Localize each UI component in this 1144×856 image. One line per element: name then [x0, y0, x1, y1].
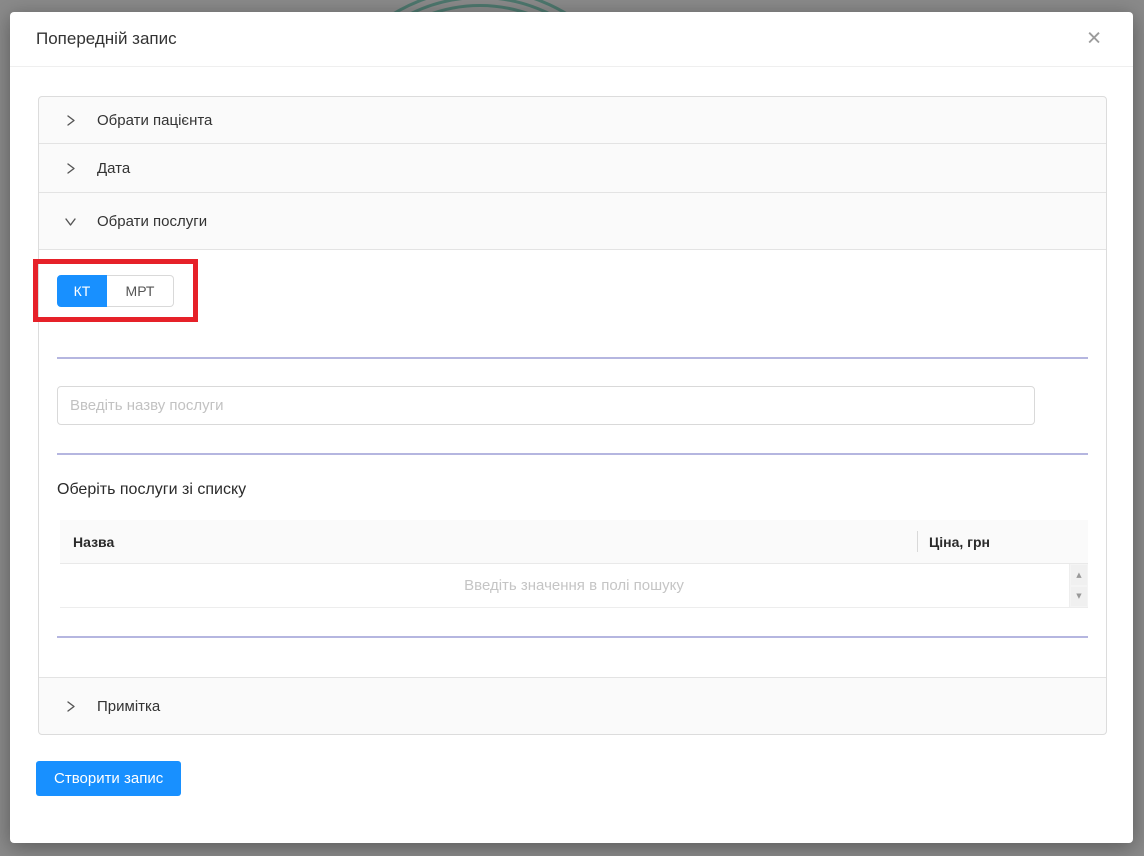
accordion-section-patient: Обрати пацієнта	[39, 97, 1106, 143]
appointment-modal: Попередній запис ✕ Обрати пацієнта Дата …	[10, 12, 1133, 843]
accordion-section-date: Дата	[39, 143, 1106, 192]
service-list-label: Оберіть послуги зі списку	[57, 481, 246, 499]
chevron-right-icon	[64, 162, 77, 175]
modal-title: Попередній запис	[36, 29, 177, 49]
table-header-row: Назва Ціна, грн	[60, 520, 1088, 564]
table-empty-row: Введіть значення в полі пошуку ▲ ▼	[60, 564, 1088, 608]
accordion-header-services[interactable]: Обрати послуги	[39, 193, 1106, 249]
toggle-mrt-button[interactable]: МРТ	[107, 275, 174, 307]
accordion-section-note: Примітка	[39, 677, 1106, 734]
accordion-label: Обрати пацієнта	[97, 112, 212, 129]
service-search-input[interactable]	[57, 386, 1035, 425]
form-accordion: Обрати пацієнта Дата Обрати послуги КТ М…	[38, 96, 1107, 735]
modality-toggle: КТ МРТ	[57, 275, 174, 307]
services-panel: КТ МРТ Оберіть послуги зі списку Назва Ц…	[39, 249, 1106, 677]
services-table: Назва Ціна, грн Введіть значення в полі …	[60, 520, 1088, 608]
section-divider	[57, 357, 1088, 359]
accordion-header-date[interactable]: Дата	[39, 144, 1106, 192]
scroll-up-icon[interactable]: ▲	[1071, 565, 1087, 585]
column-separator	[917, 531, 918, 552]
close-icon[interactable]: ✕	[1084, 28, 1104, 51]
accordion-label: Дата	[97, 160, 130, 177]
accordion-label: Обрати послуги	[97, 213, 207, 230]
accordion-label: Примітка	[97, 698, 160, 715]
column-header-price: Ціна, грн	[917, 531, 1088, 552]
accordion-header-patient[interactable]: Обрати пацієнта	[39, 97, 1106, 143]
create-record-button[interactable]: Створити запис	[36, 761, 181, 796]
accordion-header-note[interactable]: Примітка	[39, 678, 1106, 734]
modal-header: Попередній запис ✕	[10, 12, 1133, 67]
toggle-kt-button[interactable]: КТ	[57, 275, 107, 307]
chevron-down-icon	[64, 215, 77, 228]
column-header-price-label: Ціна, грн	[929, 534, 990, 550]
column-header-name: Назва	[60, 534, 917, 550]
chevron-right-icon	[64, 700, 77, 713]
table-empty-message: Введіть значення в полі пошуку	[464, 577, 684, 594]
accordion-section-services: Обрати послуги КТ МРТ Оберіть послуги зі…	[39, 192, 1106, 677]
section-divider	[57, 453, 1088, 455]
scroll-down-icon[interactable]: ▼	[1071, 587, 1087, 607]
table-scrollbar[interactable]: ▲ ▼	[1069, 564, 1088, 607]
chevron-right-icon	[64, 114, 77, 127]
section-divider	[57, 636, 1088, 638]
